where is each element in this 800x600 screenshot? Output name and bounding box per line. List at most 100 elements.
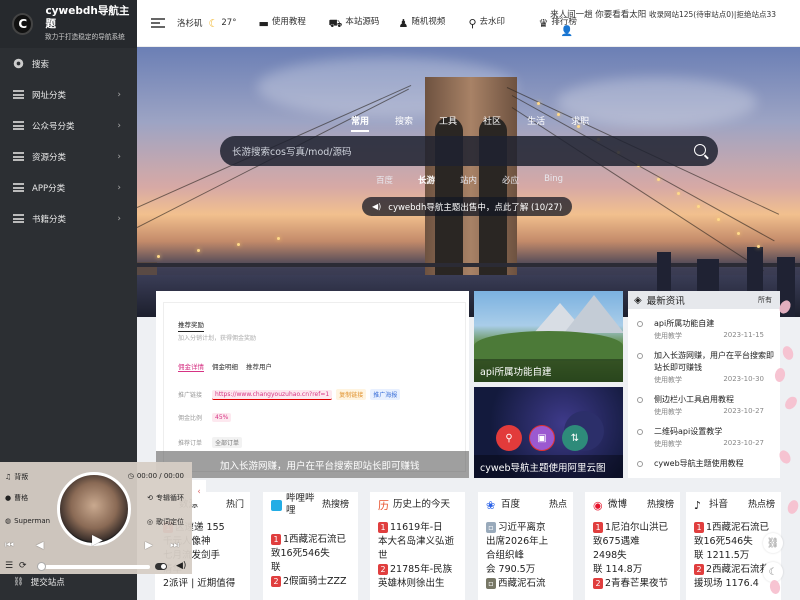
history-icon: 历 (378, 498, 389, 512)
site-count-text: 收录网站125(待审站点0)|拒绝站点33 (648, 10, 776, 19)
post-card-title: api所属功能自建 (474, 359, 623, 382)
news-more-link[interactable]: 所有 (758, 295, 772, 305)
news-header: ◈ 最新资讯 所有 (628, 291, 780, 309)
site-stats: 来人间一趟 你要看看太阳 收录网站125(待审站点0)|拒绝站点33 (550, 8, 776, 20)
music-player: ♫ 背叛 ● 曹格 ◍ Superman ◷ 00:00 / 00:00 ⟲ 专辑循环 ◎… (0, 462, 192, 574)
topbar-link-random-video[interactable]: ♟ 随机视频 (398, 16, 450, 30)
sidebar-item-wechat[interactable]: 公众号分类 › (0, 110, 137, 141)
topbar-link-tutorial[interactable]: ▬ 使用教程 (258, 16, 310, 30)
hotlist-card-bilibili[interactable]: 哔哩哔哩 热搜榜 1 1西藏泥石流已 致16死546失 联 2 2假面骑士ZZZ (263, 492, 358, 600)
player-collapse-button[interactable]: ‹ (192, 480, 206, 504)
post-card[interactable]: api所属功能自建 (474, 291, 623, 382)
featured-caption[interactable]: 加入长游网赚，用户在平台搜索即站长即可赚钱 (156, 451, 469, 478)
song-artist: ● 曹格 (5, 494, 29, 502)
baidu-icon: ❀ (486, 498, 496, 512)
logo[interactable]: C cywebdh导航主题 致力于打造稳定的导航系统 (0, 0, 137, 48)
folder-icon: ▣ (529, 425, 555, 451)
clock-icon: ◷ (127, 472, 134, 480)
sidebar-item-label: 公众号分类 (32, 121, 75, 132)
loop-icon[interactable]: ⟳ (19, 561, 27, 571)
song-album: ◍ Superman (5, 517, 51, 525)
engine-bing[interactable]: Bing (544, 174, 563, 186)
play-mode-button[interactable]: ⟲ 专辑循环 (147, 493, 184, 503)
tab-common[interactable]: 常用 (351, 114, 370, 132)
next-track-button[interactable]: ⏭ (170, 540, 179, 551)
lyric-toggle[interactable] (155, 563, 167, 570)
progress-handle[interactable] (37, 562, 46, 571)
lyric-locate-button[interactable]: ◎ 歌词定位 (147, 517, 184, 527)
search-placeholder: 长游搜索cos写真/mod/源码 (232, 147, 352, 158)
repeat-icon: ⟲ (147, 494, 153, 502)
song-title: ♫ 背叛 (5, 473, 29, 481)
dark-mode-icon[interactable]: ☾ (763, 562, 783, 582)
weather-widget[interactable]: 洛杉矶 ☾ 27° (171, 17, 236, 30)
search-icon[interactable] (694, 144, 706, 156)
sidebar-item-apps[interactable]: APP分类 › (0, 172, 137, 203)
topbar-link-source[interactable]: ⛟ 本站源码 (328, 16, 380, 30)
submit-site-link[interactable]: ⛓ 提交站点 (13, 576, 65, 588)
weibo-icon: ◉ (593, 498, 603, 512)
featured-post[interactable]: 推荐奖励 加入分销计划，获得佣金奖励 佣金详情 佣金明细 推荐用户 推广链接 h… (156, 291, 469, 478)
list-icon (13, 151, 24, 162)
tab-search[interactable]: 搜索 (395, 114, 413, 132)
link-icon[interactable]: ⛓ (763, 533, 783, 553)
logo-subtitle: 致力于打造稳定的导航系统 (45, 32, 126, 41)
sidebar-item-search[interactable]: 搜索 (0, 48, 137, 79)
book-icon: ▬ (258, 17, 269, 30)
news-item[interactable]: 侧边栏小工具启用教程 使用教学 2023-10-27 (628, 394, 780, 417)
hero-banner: 常用 搜索 工具 社区 生活 求职 长游搜索cos写真/mod/源码 百度 长游… (137, 47, 800, 317)
song-time: ◷ 00:00 / 00:00 (127, 472, 184, 480)
tab-jobs[interactable]: 求职 (571, 114, 589, 132)
sidebar-item-books[interactable]: 书籍分类 › (0, 203, 137, 234)
engine-changyou[interactable]: 长游 (418, 174, 435, 186)
notice-banner[interactable]: ◀) cywebdh导航主题出售中，点此了解 (10/27) (362, 197, 573, 216)
chevron-right-icon: › (117, 89, 121, 100)
news-item[interactable]: api所属功能自建 使用教学 2023-11-15 (628, 318, 780, 341)
previous-track-button[interactable]: ⏮ (5, 540, 14, 551)
chevron-right-icon: › (117, 151, 121, 162)
search-input[interactable]: 长游搜索cos写真/mod/源码 (220, 136, 718, 166)
cart-icon: ⛟ (328, 17, 343, 30)
forward-button[interactable]: ▶ (145, 540, 153, 551)
engine-biying[interactable]: 必应 (502, 174, 519, 186)
rewind-button[interactable]: ◀ (36, 540, 44, 551)
news-panel: ◈ 最新资讯 所有 api所属功能自建 使用教学 2023-11-15 加入长游网… (628, 291, 780, 478)
weather-temperature: 27° (221, 18, 237, 28)
sidebar-item-resources[interactable]: 资源分类 › (0, 141, 137, 172)
topbar-link-watermark[interactable]: ⚲ 去水印 (468, 16, 520, 30)
trophy-icon: ♛ (538, 17, 549, 30)
hotlist-card-weibo[interactable]: ◉ 微博 热搜榜 1 1尼泊尔山洪已 致675遇难 2498失 联 114.8万 22… (585, 492, 680, 600)
sidebar-item-label: 搜索 (32, 59, 50, 70)
progress-bar[interactable] (45, 565, 150, 569)
news-title: 最新资讯 (646, 296, 685, 307)
hotlist-card-baidu[interactable]: ❀ 百度 热点 ▫ 习近平离京 出席2026年上 合组织峰 会 790.5万 ▫ 西藏泥… (478, 492, 573, 600)
engine-site[interactable]: 站内 (460, 174, 477, 186)
search-engine-list: 百度 长游 站内 必应 Bing (376, 174, 588, 186)
tab-tools[interactable]: 工具 (439, 114, 457, 132)
tab-life[interactable]: 生活 (527, 114, 545, 132)
locate-icon: ◎ (146, 518, 153, 526)
user-icon[interactable]: 👤 (561, 26, 573, 37)
greeting-text: 来人间一趟 你要看看太阳 (550, 10, 647, 20)
pin-icon: ⚲ (468, 17, 477, 30)
chevron-right-icon: › (117, 213, 121, 224)
chevron-right-icon: › (117, 120, 121, 131)
news-item[interactable]: 二维码api设置教学 使用教学 2023-10-27 (628, 426, 780, 449)
notice-text: cywebdh导航主题出售中，点此了解 (10/27) (388, 202, 563, 213)
logo-mark: C (12, 13, 34, 35)
person-icon: ● (5, 494, 12, 502)
news-item[interactable]: cyweb导航主题使用教程 (628, 458, 780, 470)
tab-community[interactable]: 社区 (483, 114, 501, 132)
menu-toggle-button[interactable] (151, 18, 165, 28)
volume-icon[interactable]: ◀) (176, 561, 186, 571)
post-card[interactable]: ⚲ ▣ ⇅ cyweb导航主题使用阿里云图 (474, 387, 623, 478)
playlist-icon[interactable]: ☰ (5, 561, 13, 571)
hotlist-card-history[interactable]: 历历史上的今天 1 11619年-日 本大名岛津义弘逝 世 2 21785年-民族 … (370, 492, 465, 600)
sidebar-item-label: 网址分类 (32, 90, 67, 101)
engine-baidu[interactable]: 百度 (376, 174, 393, 186)
weather-city: 洛杉矶 (177, 19, 203, 29)
sidebar-item-sites[interactable]: 网址分类 › (0, 79, 137, 110)
news-item[interactable]: 加入长游网赚，用户在平台搜索即站长即可赚钱 使用教学 2023-10-30 (628, 350, 780, 385)
sidebar-item-label: 资源分类 (32, 152, 67, 163)
play-button[interactable]: ▶ (92, 532, 103, 548)
